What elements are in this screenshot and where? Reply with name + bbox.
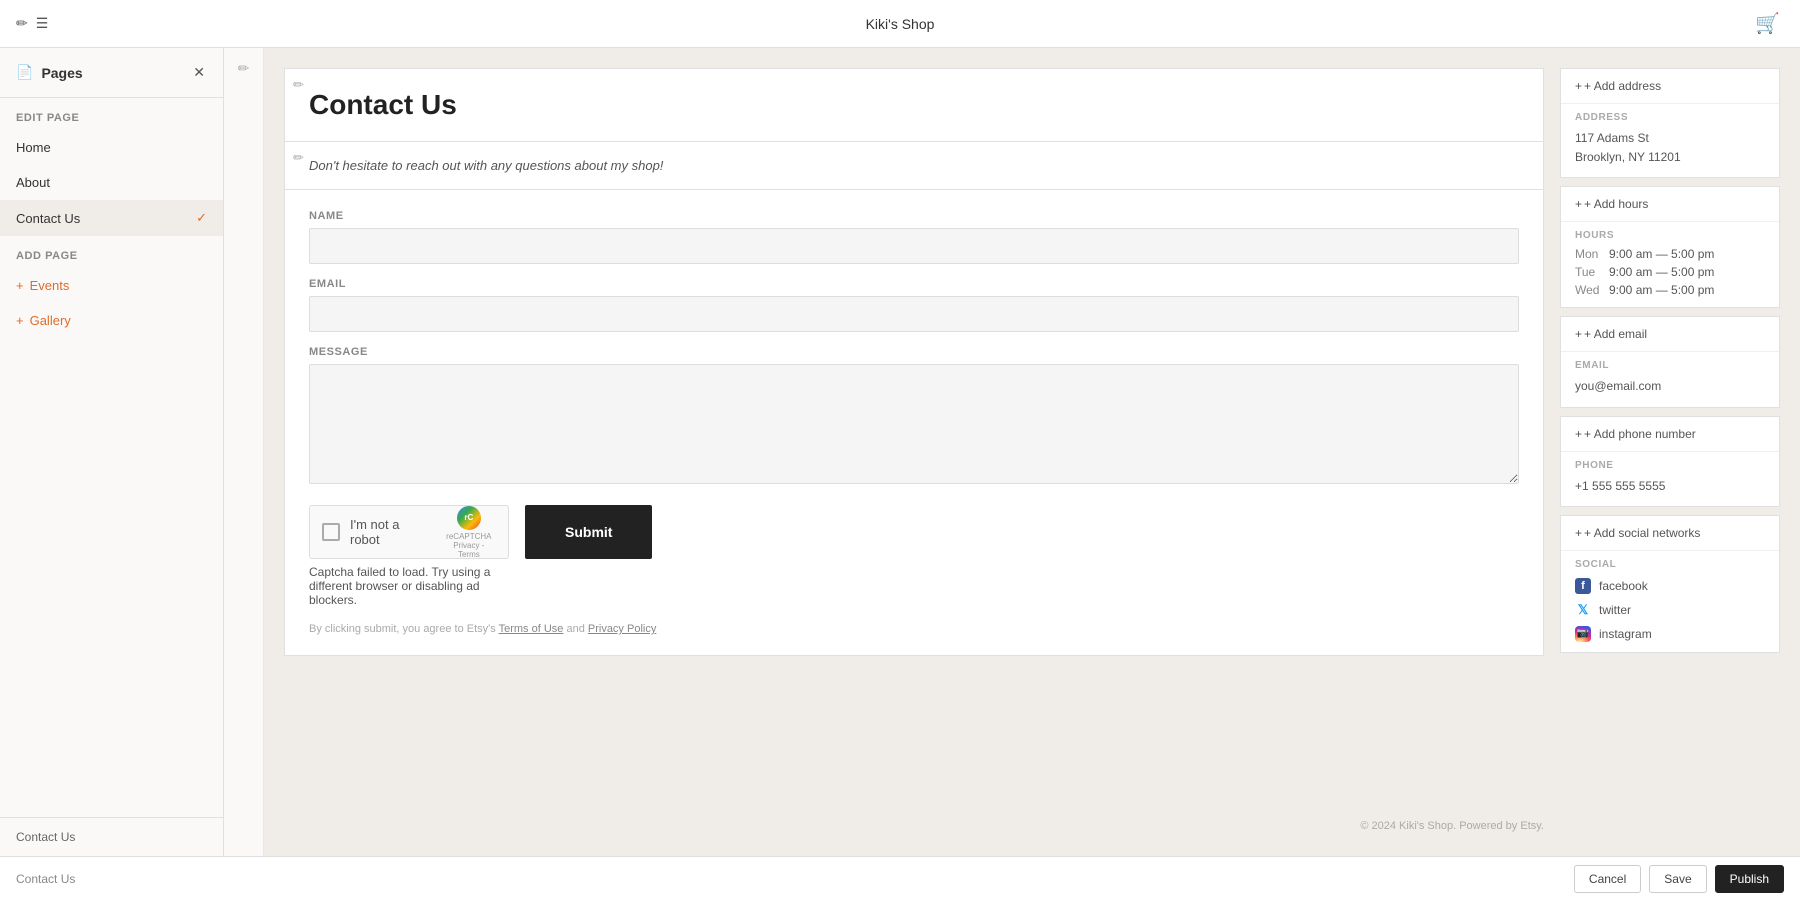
plus-icon-email: + <box>1575 327 1582 341</box>
name-label: NAME <box>309 210 1519 222</box>
add-phone-button[interactable]: + + Add phone number <box>1561 417 1779 452</box>
desc-edit-icon[interactable]: ✏ <box>291 148 306 168</box>
terms-link[interactable]: Terms of Use <box>499 623 564 635</box>
active-check-icon: ✓ <box>196 210 207 226</box>
legal-text: By clicking submit, you agree to Etsy's … <box>309 623 1519 635</box>
email-value: you@email.com <box>1561 375 1779 406</box>
plus-icon-social: + <box>1575 526 1582 540</box>
left-toolbar: ✏ <box>224 48 264 856</box>
pencil-icon[interactable]: ✏ <box>16 15 28 32</box>
publish-button[interactable]: Publish <box>1715 865 1784 893</box>
privacy-link[interactable]: Privacy Policy <box>588 623 656 635</box>
sidebar-header-title: 📄 Pages <box>16 64 83 81</box>
facebook-icon: f <box>1575 578 1591 594</box>
sidebar: 📄 Pages ✕ EDIT PAGE Home About Contact U… <box>0 48 224 856</box>
bottom-bar-actions: Cancel Save Publish <box>1574 865 1784 893</box>
description-block: ✏ Don't hesitate to reach out with any q… <box>284 142 1544 190</box>
add-hours-button[interactable]: + + Add hours <box>1561 187 1779 222</box>
captcha-error: Captcha failed to load. Try using a diff… <box>309 565 509 607</box>
add-events-button[interactable]: + Events <box>0 268 223 303</box>
hours-row-mon: Mon 9:00 am — 5:00 pm <box>1561 245 1779 263</box>
shop-title: Kiki's Shop <box>866 16 935 32</box>
sidebar-item-contact-us[interactable]: Contact Us ✓ <box>0 200 223 236</box>
title-edit-icon[interactable]: ✏ <box>291 75 306 95</box>
name-input[interactable] <box>309 228 1519 264</box>
captcha-checkbox[interactable] <box>322 523 340 541</box>
sidebar-item-home[interactable]: Home <box>0 130 223 165</box>
social-row-instagram: 📷 instagram <box>1561 622 1779 652</box>
address-card: + + Add address ADDRESS 117 Adams St Bro… <box>1560 68 1780 178</box>
cancel-button[interactable]: Cancel <box>1574 865 1641 893</box>
plus-icon-events: + <box>16 278 24 293</box>
address-value: 117 Adams St Brooklyn, NY 11201 <box>1561 127 1779 177</box>
list-icon[interactable]: ☰ <box>36 15 49 32</box>
email-input[interactable] <box>309 296 1519 332</box>
captcha-row: I'm not a robot rC reCAPTCHAPrivacy - Te… <box>309 505 1519 607</box>
add-email-button[interactable]: + + Add email <box>1561 317 1779 352</box>
main-layout: 📄 Pages ✕ EDIT PAGE Home About Contact U… <box>0 48 1800 856</box>
form-section: ✏ Contact Us ✏ Don't hesitate to reach o… <box>284 68 1544 836</box>
instagram-icon: 📷 <box>1575 626 1591 642</box>
add-social-button[interactable]: + + Add social networks <box>1561 516 1779 551</box>
page-title: Contact Us <box>309 89 1519 121</box>
bottom-bar: Contact Us Cancel Save Publish <box>0 856 1800 900</box>
submit-button[interactable]: Submit <box>525 505 652 559</box>
add-address-button[interactable]: + + Add address <box>1561 69 1779 104</box>
cart-button[interactable]: 🛒 <box>1755 11 1780 36</box>
recaptcha-branding: reCAPTCHAPrivacy - Terms <box>442 532 496 559</box>
right-sidebar: + + Add address ADDRESS 117 Adams St Bro… <box>1560 68 1780 836</box>
sidebar-header: 📄 Pages ✕ <box>0 48 223 98</box>
edit-toolbar-button[interactable]: ✏ <box>236 58 252 79</box>
email-section-label: EMAIL <box>1561 352 1779 375</box>
plus-icon-hours: + <box>1575 197 1582 211</box>
contact-form-block: NAME EMAIL MESSAGE I'm not a robot rC <box>284 190 1544 656</box>
plus-icon-phone: + <box>1575 427 1582 441</box>
recaptcha-icon: rC <box>457 506 481 530</box>
twitter-icon: 𝕏 <box>1575 602 1591 618</box>
save-button[interactable]: Save <box>1649 865 1706 893</box>
address-section-label: ADDRESS <box>1561 104 1779 127</box>
sidebar-item-about[interactable]: About <box>0 165 223 200</box>
plus-icon-address: + <box>1575 79 1582 93</box>
hours-section-label: HOURS <box>1561 222 1779 245</box>
close-sidebar-button[interactable]: ✕ <box>191 62 207 83</box>
social-card: + + Add social networks SOCIAL f faceboo… <box>1560 515 1780 653</box>
edit-page-label: EDIT PAGE <box>0 98 223 130</box>
hours-row-wed: Wed 9:00 am — 5:00 pm <box>1561 281 1779 307</box>
top-bar-icons: ✏ ☰ <box>16 15 48 32</box>
email-label: EMAIL <box>309 278 1519 290</box>
sidebar-footer: Contact Us <box>0 817 223 856</box>
email-card: + + Add email EMAIL you@email.com <box>1560 316 1780 407</box>
page-canvas: ✏ Contact Us ✏ Don't hesitate to reach o… <box>264 48 1800 856</box>
phone-section-label: PHONE <box>1561 452 1779 475</box>
social-row-facebook: f facebook <box>1561 574 1779 598</box>
hours-row-tue: Tue 9:00 am — 5:00 pm <box>1561 263 1779 281</box>
pages-icon: 📄 <box>16 64 33 81</box>
phone-value: +1 555 555 5555 <box>1561 475 1779 506</box>
add-page-label: ADD PAGE <box>0 236 223 268</box>
hours-card: + + Add hours HOURS Mon 9:00 am — 5:00 p… <box>1560 186 1780 308</box>
captcha-box[interactable]: I'm not a robot rC reCAPTCHAPrivacy - Te… <box>309 505 509 559</box>
add-gallery-button[interactable]: + Gallery <box>0 303 223 338</box>
social-row-twitter: 𝕏 twitter <box>1561 598 1779 622</box>
description-text: Don't hesitate to reach out with any que… <box>309 158 1519 173</box>
content-area: ✏ ✏ Contact Us ✏ Don't hesitate to reach… <box>224 48 1800 856</box>
bottom-bar-label: Contact Us <box>16 872 75 886</box>
page-title-block: ✏ Contact Us <box>284 68 1544 142</box>
captcha-logo: rC reCAPTCHAPrivacy - Terms <box>442 506 496 559</box>
plus-icon-gallery: + <box>16 313 24 328</box>
social-section-label: SOCIAL <box>1561 551 1779 574</box>
page-footer: © 2024 Kiki's Shop. Powered by Etsy. <box>284 804 1544 836</box>
message-label: MESSAGE <box>309 346 1519 358</box>
cart-icon: 🛒 <box>1755 13 1780 35</box>
top-bar: ✏ ☰ Kiki's Shop 🛒 <box>0 0 1800 48</box>
message-input[interactable] <box>309 364 1519 484</box>
captcha-label: I'm not a robot <box>350 517 432 547</box>
phone-card: + + Add phone number PHONE +1 555 555 55… <box>1560 416 1780 507</box>
